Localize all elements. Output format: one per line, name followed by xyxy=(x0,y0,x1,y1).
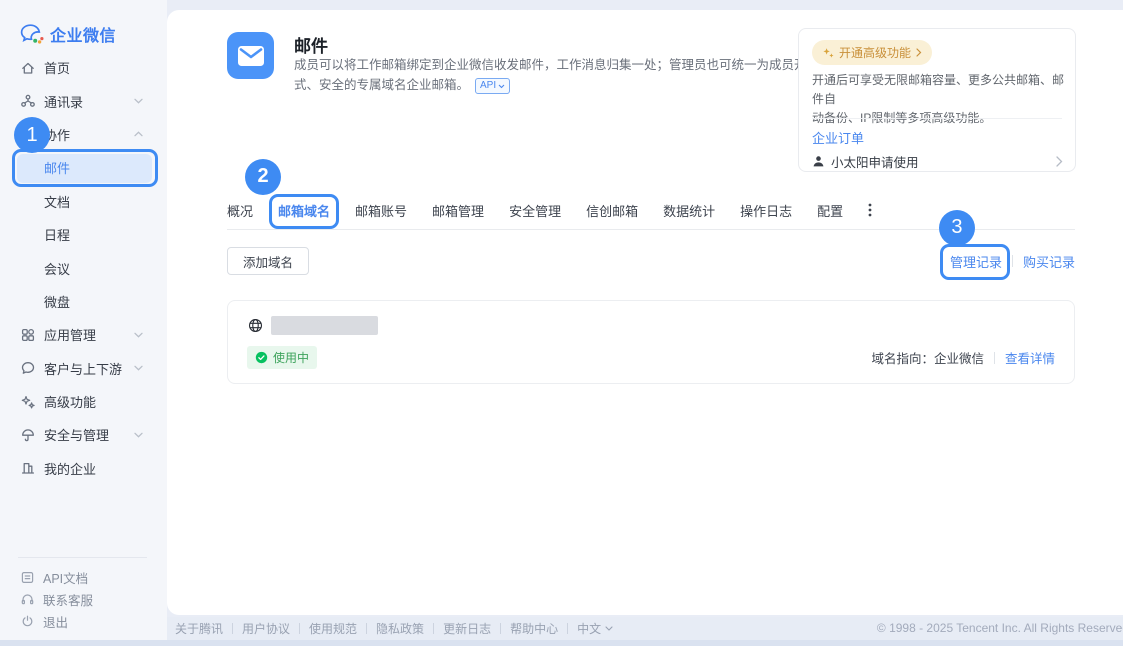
sidebar-divider xyxy=(18,557,147,558)
wecom-logo-text: 企业微信 xyxy=(50,22,116,46)
tabs-more-icon[interactable] xyxy=(868,203,872,217)
link-separator xyxy=(1012,255,1013,267)
main-content: 邮件 成员可以将工作邮箱绑定到企业微信收发邮件，工作消息归集一处；管理员也可统一… xyxy=(167,10,1123,615)
tab-bar: 概况 邮箱域名 2 邮箱账号 邮箱管理 安全管理 信创邮箱 数据统计 操作日志 … xyxy=(227,196,872,224)
usage-request-row[interactable]: 小太阳申请使用 xyxy=(812,152,1063,171)
footer-link-help[interactable]: 帮助中心 xyxy=(510,620,558,637)
annotation-step-2: 2 xyxy=(245,159,281,195)
pointing-value: 企业微信 xyxy=(934,348,984,367)
footer-links: 关于腾讯 用户协议 使用规范 隐私政策 更新日志 帮助中心 中文 xyxy=(175,620,613,637)
requester-icon xyxy=(812,155,825,168)
footer-link-privacy[interactable]: 隐私政策 xyxy=(376,620,424,637)
tab-mail-domain[interactable]: 邮箱域名 2 xyxy=(278,201,330,220)
globe-icon xyxy=(247,317,264,334)
footer-link-changelog[interactable]: 更新日志 xyxy=(443,620,491,637)
chevron-right-icon xyxy=(1056,156,1063,167)
sidebar-footer: API文档 联系客服 退出 xyxy=(0,566,167,632)
copyright-text: © 1998 - 2025 Tencent Inc. All Rights Re… xyxy=(877,621,1123,635)
headset-icon xyxy=(20,592,35,607)
contacts-icon xyxy=(20,93,36,109)
page-title: 邮件 xyxy=(294,32,328,57)
chevron-down-icon xyxy=(134,432,143,438)
bottom-edge-strip xyxy=(0,640,1123,646)
manage-records-link[interactable]: 管理记录 xyxy=(950,255,1002,270)
tab-xinchuang-mail[interactable]: 信创邮箱 xyxy=(586,201,638,220)
sidebar-item-support[interactable]: 联系客服 xyxy=(0,588,167,610)
chat-bubble-icon xyxy=(20,360,36,376)
open-premium-button[interactable]: 开通高级功能 xyxy=(812,40,932,65)
api-badge[interactable]: API xyxy=(475,78,510,94)
domain-status-row: 使用中 域名指向： 企业微信 查看详情 xyxy=(247,346,1055,369)
sidebar-item-logout[interactable]: 退出 xyxy=(0,610,167,632)
sidebar-item-docs[interactable]: 文档 xyxy=(0,185,167,218)
domain-toolbar: 添加域名 管理记录 3 购买记录 xyxy=(227,247,1075,275)
sidebar-item-apps[interactable]: 应用管理 xyxy=(0,318,167,351)
sidebar-item-meeting[interactable]: 会议 xyxy=(0,251,167,284)
api-doc-icon xyxy=(20,570,35,585)
tab-data-statistics[interactable]: 数据统计 xyxy=(663,201,715,220)
status-badge: 使用中 xyxy=(247,346,317,369)
wecom-logo[interactable]: 企业微信 xyxy=(20,22,116,46)
sidebar-item-premium[interactable]: 高级功能 xyxy=(0,385,167,418)
tab-mail-accounts[interactable]: 邮箱账号 xyxy=(355,201,407,220)
add-domain-button[interactable]: 添加域名 xyxy=(227,247,309,275)
gold-sparkle-icon xyxy=(822,47,834,59)
building-icon xyxy=(20,460,36,476)
sidebar-item-security[interactable]: 安全与管理 xyxy=(0,418,167,451)
record-links: 管理记录 3 购买记录 xyxy=(950,252,1075,271)
detail-separator xyxy=(994,352,995,364)
sparkle-icon xyxy=(20,394,36,410)
apps-grid-icon xyxy=(20,327,36,343)
mail-app-icon xyxy=(227,32,274,79)
tab-mail-management[interactable]: 邮箱管理 xyxy=(432,201,484,220)
tab-operation-logs[interactable]: 操作日志 xyxy=(740,201,792,220)
view-details-link[interactable]: 查看详情 xyxy=(1005,348,1055,367)
footer-link-about[interactable]: 关于腾讯 xyxy=(175,620,223,637)
annotation-step-1: 1 xyxy=(14,117,50,153)
premium-description: 开通后可享受无限邮箱容量、更多公共邮箱、邮件自 动备份、IP限制等多项高级功能。 xyxy=(812,71,1064,129)
domain-name-row xyxy=(247,316,1055,335)
sidebar-item-api-docs[interactable]: API文档 xyxy=(0,566,167,588)
tab-security-management[interactable]: 安全管理 xyxy=(509,201,561,220)
footer-link-rules[interactable]: 使用规范 xyxy=(309,620,357,637)
sidebar-nav: 首页 通讯录 协作 xyxy=(0,51,167,485)
redacted-domain-name xyxy=(271,316,378,335)
domain-card: 使用中 域名指向： 企业微信 查看详情 xyxy=(227,300,1075,384)
sidebar-item-contacts[interactable]: 通讯录 xyxy=(0,84,167,117)
chevron-down-icon xyxy=(134,365,143,371)
home-icon xyxy=(20,60,36,76)
sidebar-item-customers[interactable]: 客户与上下游 xyxy=(0,352,167,385)
chevron-down-icon xyxy=(134,332,143,338)
wecom-logo-icon xyxy=(20,24,44,44)
manage-records-wrap: 管理记录 3 xyxy=(950,252,1002,271)
caret-down-icon xyxy=(605,626,613,631)
sidebar: 企业微信 首页 通讯录 xyxy=(0,0,167,640)
domain-pointing: 域名指向： 企业微信 查看详情 xyxy=(871,348,1055,367)
chevron-up-icon xyxy=(134,131,143,137)
sidebar-item-home[interactable]: 首页 xyxy=(0,51,167,84)
sidebar-item-my-company[interactable]: 我的企业 xyxy=(0,452,167,485)
pointing-label: 域名指向： xyxy=(871,348,934,367)
sidebar-item-mail[interactable]: 1 邮件 xyxy=(0,151,167,184)
language-selector[interactable]: 中文 xyxy=(577,620,613,637)
purchase-records-link[interactable]: 购买记录 xyxy=(1023,252,1075,271)
tab-settings[interactable]: 配置 xyxy=(817,201,843,220)
chevron-down-icon xyxy=(134,98,143,104)
promo-divider xyxy=(812,118,1062,119)
active-item-highlight xyxy=(17,154,152,182)
page-description: 成员可以将工作邮箱绑定到企业微信收发邮件，工作消息归集一处；管理员也可统一为成员… xyxy=(294,55,839,96)
wecom-admin-page: 企业微信 首页 通讯录 xyxy=(0,0,1123,646)
footer-link-agreement[interactable]: 用户协议 xyxy=(242,620,290,637)
tab-overview[interactable]: 概况 xyxy=(227,201,253,220)
umbrella-icon xyxy=(20,427,36,443)
check-circle-icon xyxy=(255,351,268,364)
premium-promo-panel: 开通高级功能 开通后可享受无限邮箱容量、更多公共邮箱、邮件自 动备份、IP限制等… xyxy=(798,28,1076,172)
corp-orders-link[interactable]: 企业订单 xyxy=(812,128,864,147)
sidebar-item-calendar[interactable]: 日程 xyxy=(0,218,167,251)
footer-bar: 关于腾讯 用户协议 使用规范 隐私政策 更新日志 帮助中心 中文 © 1998 … xyxy=(167,617,1123,640)
power-icon xyxy=(20,614,35,629)
sidebar-item-drive[interactable]: 微盘 xyxy=(0,285,167,318)
annotation-step-3: 3 xyxy=(939,210,975,246)
